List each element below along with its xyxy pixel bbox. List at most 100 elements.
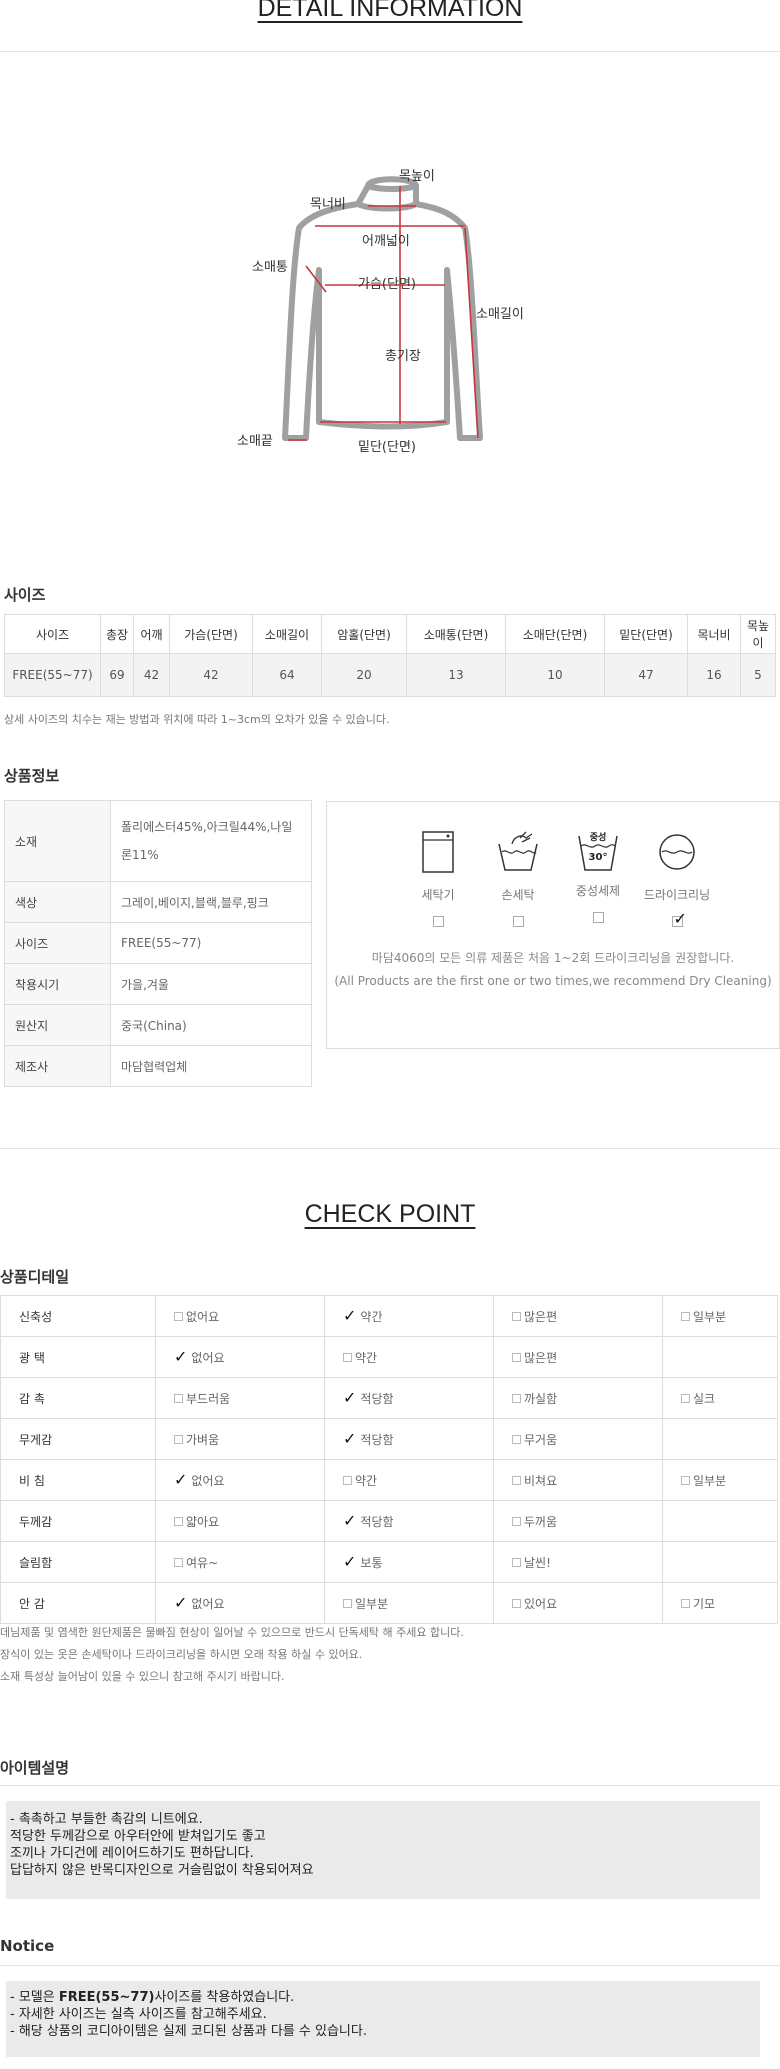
check-option[interactable]: ✓ 적당함 — [343, 1431, 394, 1448]
check-option[interactable]: 부드러움 — [174, 1390, 230, 1407]
check-option[interactable]: 많은편 — [512, 1308, 557, 1325]
check-option[interactable]: ✓ 약간 — [343, 1308, 383, 1325]
item-desc-line: 조끼나 가디건에 레이어드하기도 편하답니다. — [10, 1846, 254, 1861]
divider — [0, 51, 780, 52]
checkbox-icon[interactable] — [174, 1393, 183, 1403]
checkmark-icon: ✓ — [174, 1347, 188, 1366]
size-section-title: 사이즈 — [4, 586, 46, 604]
check-option[interactable]: ✓ 적당함 — [343, 1390, 394, 1407]
checkbox-icon[interactable] — [343, 1598, 352, 1608]
check-option-label: 가벼움 — [186, 1432, 220, 1447]
check-option[interactable]: 있어요 — [512, 1595, 557, 1612]
check-option[interactable]: 얇아요 — [174, 1513, 219, 1530]
check-option[interactable]: 일부분 — [681, 1308, 726, 1325]
check-option[interactable]: 까실함 — [512, 1390, 557, 1407]
notice-size-bold: FREE(55~77) — [58, 1990, 155, 2005]
check-option-label: 얇아요 — [186, 1514, 220, 1529]
checkbox-icon[interactable] — [512, 1598, 521, 1608]
checkbox-icon[interactable] — [512, 1393, 521, 1403]
check-option-cell: 비쳐요 — [493, 1459, 663, 1501]
checkbox-icon[interactable] — [343, 1352, 352, 1362]
check-row-label: 두께감 — [0, 1500, 156, 1542]
check-option-cell: 무거움 — [493, 1418, 663, 1460]
care-checkbox[interactable] — [592, 912, 604, 923]
label-total-length: 총기장 — [385, 349, 421, 364]
check-option[interactable]: 비쳐요 — [512, 1472, 557, 1489]
care-checkbox[interactable] — [432, 916, 444, 927]
check-row: 비 침 ✓ 없어요 약간 비쳐요 일부분 — [0, 1459, 778, 1501]
check-option[interactable]: 일부분 — [681, 1472, 726, 1489]
checkbox-icon[interactable] — [512, 1516, 521, 1526]
notice-title: Notice — [0, 1937, 55, 1955]
checkbox-icon[interactable] — [174, 1516, 183, 1526]
check-option-label: 무거움 — [524, 1432, 558, 1447]
check-option[interactable]: 여유~ — [174, 1554, 218, 1571]
care-checkbox-checked[interactable]: ✓ — [671, 909, 687, 928]
check-option-cell: ✓ 없어요 — [155, 1459, 325, 1501]
check-option[interactable]: 날씬! — [512, 1554, 551, 1571]
care-item-neutral-detergent: 중성 30° 중성세제 — [553, 830, 643, 926]
check-option[interactable]: 실크 — [681, 1390, 715, 1407]
divider — [0, 1785, 780, 1786]
check-option[interactable]: 많은편 — [512, 1349, 557, 1366]
check-option-label: 적당함 — [360, 1432, 394, 1447]
checkbox-icon[interactable] — [512, 1434, 521, 1444]
check-option[interactable]: ✓ 보통 — [343, 1554, 383, 1571]
check-option-label: 일부분 — [693, 1473, 727, 1488]
check-option-label: 없어요 — [191, 1596, 225, 1611]
care-label: 중성세제 — [575, 884, 621, 898]
check-option-cell: 얇아요 — [155, 1500, 325, 1542]
neutral-detergent-icon: 중성 30° — [576, 830, 620, 874]
check-option-cell: ✓ 없어요 — [155, 1582, 325, 1624]
checkbox-icon[interactable] — [512, 1311, 521, 1321]
info-row: 색상 그레이,베이지,블랙,블루,핑크 — [4, 881, 312, 923]
checkbox-icon[interactable] — [174, 1557, 183, 1567]
notice-text: - 모델은 — [10, 1990, 59, 2005]
care-checkbox[interactable] — [512, 916, 524, 927]
item-desc-line: - 촉촉하고 부들한 촉감의 니트에요. — [10, 1812, 203, 1827]
check-option[interactable]: ✓ 적당함 — [343, 1513, 394, 1530]
checkbox-icon[interactable] — [174, 1434, 183, 1444]
size-header-cell: 밑단(단면) — [604, 614, 688, 654]
checkmark-icon: ✓ — [343, 1429, 357, 1448]
check-option[interactable]: 가벼움 — [174, 1431, 219, 1448]
check-option-cell: 있어요 — [493, 1582, 663, 1624]
check-option-cell: 여유~ — [155, 1541, 325, 1583]
check-option[interactable]: ✓ 없어요 — [174, 1595, 225, 1612]
check-option-label: 날씬! — [524, 1555, 551, 1570]
checkbox-icon[interactable] — [512, 1475, 521, 1485]
check-option[interactable]: ✓ 없어요 — [174, 1472, 225, 1489]
check-option[interactable]: 약간 — [343, 1349, 377, 1366]
checkbox-icon[interactable] — [512, 1352, 521, 1362]
info-key: 사이즈 — [4, 922, 111, 964]
label-cuff: 소매끝 — [237, 434, 273, 449]
check-option[interactable]: 약간 — [343, 1472, 377, 1489]
care-label: 손세탁 — [501, 888, 535, 902]
size-header-cell: 암홀(단면) — [321, 614, 407, 654]
check-option-label: 없어요 — [191, 1473, 225, 1488]
check-option-label: 약간 — [355, 1350, 378, 1365]
size-cell: FREE(55~77) — [4, 653, 101, 697]
checkbox-icon[interactable] — [174, 1311, 183, 1321]
check-option[interactable]: ✓ 없어요 — [174, 1349, 225, 1366]
checkbox-icon[interactable] — [681, 1311, 690, 1321]
check-option[interactable]: 두꺼움 — [512, 1513, 557, 1530]
info-row: 사이즈 FREE(55~77) — [4, 922, 312, 964]
check-option-label: 많은편 — [524, 1350, 558, 1365]
checkbox-icon[interactable] — [681, 1393, 690, 1403]
check-option[interactable]: 무거움 — [512, 1431, 557, 1448]
checkbox-icon[interactable] — [512, 1557, 521, 1567]
checkmark-icon: ✓ — [174, 1470, 188, 1489]
size-header-cell: 총장 — [100, 614, 134, 654]
check-note: 소재 특성상 늘어남이 있을 수 있으니 참고해 주시기 바랍니다. — [0, 1670, 285, 1683]
checkbox-icon[interactable] — [681, 1598, 690, 1608]
check-option-cell: ✓ 적당함 — [324, 1500, 494, 1542]
check-option-label: 적당함 — [360, 1391, 394, 1406]
checkbox-icon[interactable] — [343, 1475, 352, 1485]
checkbox-icon[interactable] — [681, 1475, 690, 1485]
check-option[interactable]: 일부분 — [343, 1595, 388, 1612]
label-neck-height: 목높이 — [399, 169, 435, 184]
check-option[interactable]: 없어요 — [174, 1308, 219, 1325]
check-option[interactable]: 기모 — [681, 1595, 715, 1612]
detail-information-title: DETAIL INFORMATION — [257, 0, 523, 22]
